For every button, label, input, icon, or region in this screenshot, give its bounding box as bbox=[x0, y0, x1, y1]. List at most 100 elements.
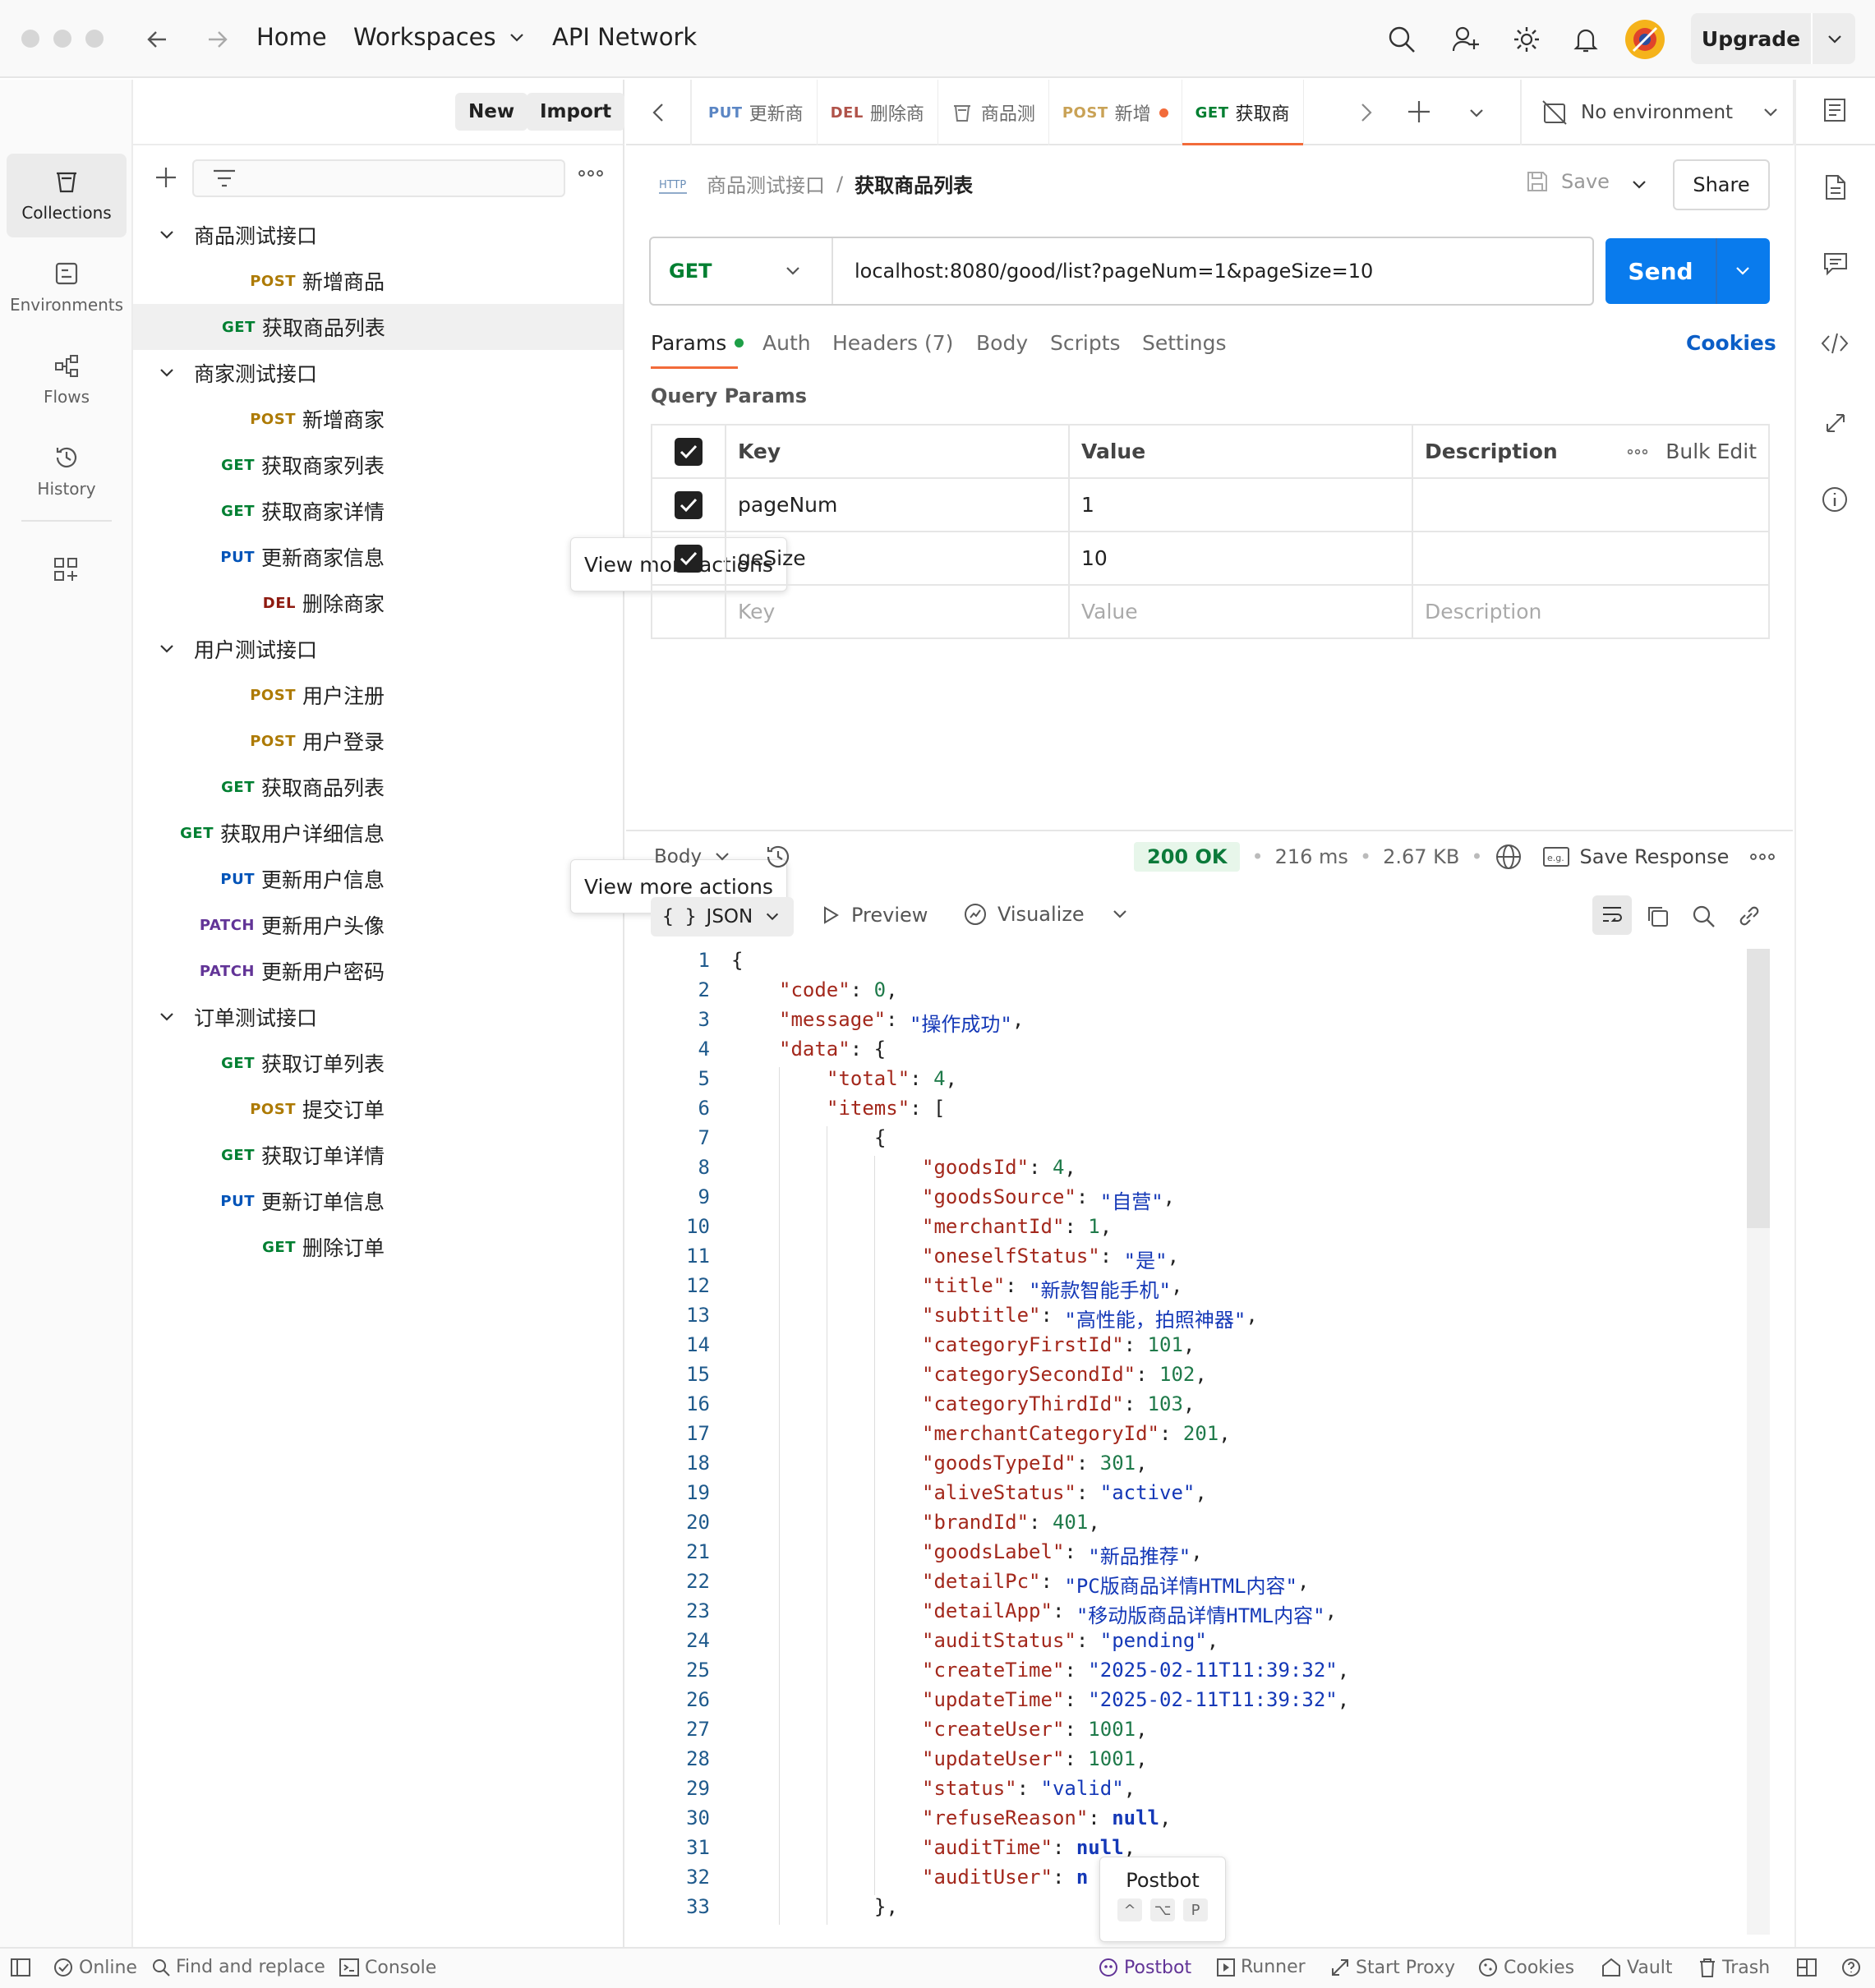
response-divider[interactable] bbox=[626, 830, 1793, 831]
home-link[interactable]: Home bbox=[256, 23, 327, 51]
save-response-button[interactable]: Save Response bbox=[1580, 845, 1730, 868]
send-options-chevron-icon[interactable] bbox=[1734, 262, 1752, 280]
find-and-replace-button[interactable]: Find and replace bbox=[151, 1957, 325, 1977]
format-select[interactable]: { } JSON bbox=[651, 897, 794, 936]
request-item[interactable]: GET 获取商家列表 bbox=[133, 442, 385, 488]
param-checkbox[interactable] bbox=[675, 544, 703, 573]
param-key-placeholder[interactable]: Key bbox=[725, 584, 1070, 639]
import-button[interactable]: Import bbox=[527, 93, 625, 131]
add-collection-icon[interactable] bbox=[154, 166, 177, 189]
user-avatar[interactable] bbox=[1625, 20, 1665, 59]
new-button[interactable]: New bbox=[455, 93, 528, 131]
request-tab[interactable]: DEL 删除商 bbox=[818, 80, 938, 145]
rail-environments[interactable]: Environments bbox=[7, 246, 127, 329]
param-description[interactable] bbox=[1412, 477, 1770, 532]
info-icon[interactable] bbox=[1821, 485, 1849, 513]
start-proxy-button[interactable]: Start Proxy bbox=[1329, 1957, 1455, 1978]
tab-body[interactable]: Body bbox=[976, 331, 1028, 355]
collection-folder[interactable]: 商家测试接口 bbox=[133, 350, 623, 396]
tab-scroll-right-icon[interactable] bbox=[1356, 101, 1375, 124]
save-button[interactable]: Save bbox=[1525, 169, 1610, 194]
request-item[interactable]: GET 获取商家详情 bbox=[133, 488, 385, 534]
response-size[interactable]: 2.67 KB bbox=[1383, 845, 1459, 868]
more-actions-icon[interactable] bbox=[578, 169, 603, 177]
settings-gear-icon[interactable] bbox=[1512, 25, 1541, 54]
copy-icon[interactable] bbox=[1645, 904, 1670, 928]
visualize-button[interactable]: Visualize bbox=[963, 902, 1129, 927]
status-badge[interactable]: 200 OK bbox=[1134, 842, 1241, 872]
window-close-button[interactable] bbox=[21, 30, 39, 48]
chevron-down-icon[interactable] bbox=[158, 226, 176, 244]
related-collections-icon[interactable] bbox=[1824, 410, 1847, 435]
window-zoom-button[interactable] bbox=[85, 30, 104, 48]
tab-settings[interactable]: Settings bbox=[1142, 331, 1227, 355]
request-item[interactable]: PATCH 更新用户头像 bbox=[133, 902, 385, 948]
param-description[interactable] bbox=[1412, 531, 1770, 586]
vault-button[interactable]: Vault bbox=[1601, 1957, 1673, 1978]
api-network-link[interactable]: API Network bbox=[552, 23, 697, 51]
param-checkbox[interactable] bbox=[675, 490, 703, 519]
new-tab-plus-icon[interactable] bbox=[1407, 99, 1431, 124]
rail-history[interactable]: History bbox=[7, 430, 127, 513]
chevron-down-icon[interactable] bbox=[1111, 905, 1129, 923]
send-button[interactable]: Send bbox=[1605, 238, 1770, 304]
workspaces-menu[interactable]: Workspaces bbox=[353, 23, 526, 51]
runner-button[interactable]: Runner bbox=[1216, 1957, 1306, 1977]
request-item[interactable]: POST 用户登录 bbox=[133, 718, 385, 764]
globe-icon[interactable] bbox=[1495, 843, 1523, 871]
param-value-placeholder[interactable]: Value bbox=[1068, 584, 1413, 639]
console-button[interactable]: Console bbox=[339, 1957, 436, 1978]
request-item[interactable]: POST 用户注册 bbox=[133, 672, 385, 718]
tab-scroll-left-icon[interactable] bbox=[649, 101, 669, 124]
chevron-down-icon[interactable] bbox=[158, 1008, 176, 1026]
environment-selector[interactable]: No environment bbox=[1541, 80, 1780, 145]
code-scrollbar-thumb[interactable] bbox=[1747, 949, 1770, 1228]
more-options-icon[interactable] bbox=[1750, 853, 1776, 861]
save-options-chevron-icon[interactable] bbox=[1630, 176, 1648, 194]
param-description-placeholder[interactable]: Description bbox=[1412, 584, 1770, 639]
chevron-down-icon[interactable] bbox=[158, 364, 176, 382]
response-body-tab[interactable]: Body bbox=[654, 844, 731, 869]
layout-toggle-icon[interactable] bbox=[1796, 1957, 1817, 1978]
help-icon[interactable] bbox=[1840, 1957, 1862, 1978]
request-item[interactable]: PUT 更新订单信息 bbox=[133, 1178, 385, 1224]
param-value[interactable]: 10 bbox=[1068, 531, 1413, 586]
comments-icon[interactable] bbox=[1822, 251, 1849, 277]
param-key[interactable]: geSize bbox=[725, 531, 1070, 586]
request-name[interactable]: 获取商品列表 bbox=[855, 169, 973, 198]
request-item[interactable]: PATCH 更新用户密码 bbox=[133, 948, 385, 994]
request-tab[interactable]: POST 新增 bbox=[1049, 80, 1182, 145]
select-all-checkbox[interactable] bbox=[675, 437, 703, 466]
tab-headers[interactable]: Headers (7) bbox=[832, 331, 953, 355]
upgrade-button[interactable]: Upgrade bbox=[1691, 13, 1855, 64]
tab-scripts[interactable]: Scripts bbox=[1050, 331, 1121, 355]
method-select[interactable]: GET bbox=[651, 238, 833, 304]
request-item[interactable]: PUT 更新商家信息 bbox=[133, 534, 385, 580]
share-button[interactable]: Share bbox=[1673, 159, 1770, 210]
request-item[interactable]: GET 获取用户详细信息 bbox=[133, 810, 385, 856]
response-code-viewer[interactable]: 1{2 "code": 0, 3 "message": "操作成功", 4 "data":… bbox=[651, 949, 1770, 1935]
documentation-icon[interactable] bbox=[1821, 96, 1849, 124]
invite-user-icon[interactable] bbox=[1451, 25, 1481, 54]
rail-flows[interactable]: Flows bbox=[7, 338, 127, 421]
breadcrumb-parent[interactable]: 商品测试接口 bbox=[707, 169, 825, 198]
request-item[interactable]: GET 获取商品列表 bbox=[133, 764, 385, 810]
response-history-icon[interactable] bbox=[764, 843, 792, 871]
trash-button[interactable]: Trash bbox=[1698, 1957, 1770, 1978]
request-item[interactable]: POST 新增商品 bbox=[133, 258, 385, 304]
tab-auth[interactable]: Auth bbox=[762, 331, 811, 355]
code-snippet-icon[interactable] bbox=[1821, 331, 1849, 356]
postbot-button[interactable]: Postbot bbox=[1098, 1957, 1191, 1978]
url-input[interactable]: localhost:8080/good/list?pageNum=1&pageS… bbox=[855, 260, 1373, 283]
collection-folder[interactable]: 订单测试接口 bbox=[133, 994, 623, 1040]
link-icon[interactable] bbox=[1737, 904, 1762, 928]
request-item[interactable]: GET 获取商品列表 bbox=[133, 304, 623, 350]
rail-collections[interactable]: Collections bbox=[7, 154, 127, 237]
request-item[interactable]: POST 新增商家 bbox=[133, 396, 385, 442]
add-widgets-icon[interactable] bbox=[53, 556, 79, 582]
filter-collections-input[interactable] bbox=[192, 159, 565, 197]
bulk-edit-button[interactable]: Bulk Edit bbox=[1665, 439, 1757, 463]
param-key[interactable]: pageNum bbox=[725, 477, 1070, 532]
collection-folder[interactable]: 商品测试接口 bbox=[133, 212, 623, 258]
request-tab[interactable]: GET 获取商 bbox=[1182, 80, 1304, 145]
